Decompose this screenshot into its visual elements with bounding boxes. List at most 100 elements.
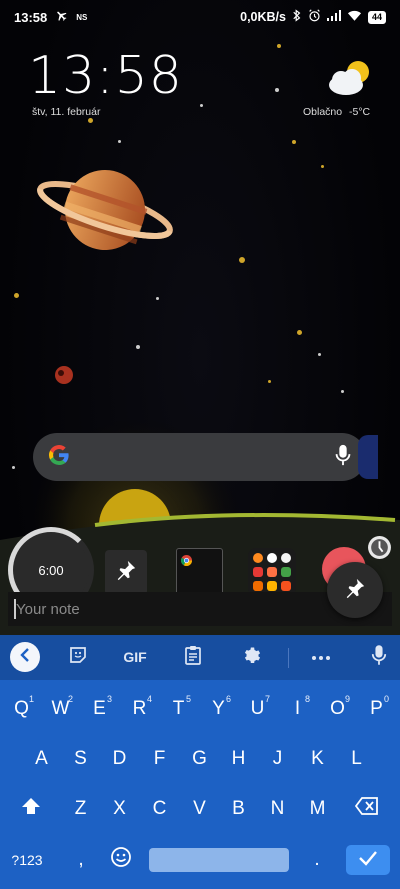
key-g[interactable]: G xyxy=(180,740,219,778)
key-k[interactable]: K xyxy=(298,740,337,778)
pin-icon xyxy=(115,559,137,586)
key-w[interactable]: W2 xyxy=(41,690,80,728)
battery-indicator: 44 xyxy=(367,10,386,24)
key-i[interactable]: I8 xyxy=(278,690,317,728)
cloud-sun-icon[interactable] xyxy=(324,58,372,103)
airplane-icon xyxy=(55,9,68,25)
key-m[interactable]: M xyxy=(298,790,337,828)
key-r[interactable]: R4 xyxy=(120,690,159,728)
check-icon xyxy=(358,850,378,871)
key-hint: 5 xyxy=(185,694,191,704)
key-h[interactable]: H xyxy=(219,740,258,778)
app-folder-widget[interactable] xyxy=(248,548,296,596)
more-icon xyxy=(311,648,331,666)
key-u[interactable]: U7 xyxy=(238,690,277,728)
space-bar[interactable] xyxy=(149,848,289,872)
enter-key[interactable] xyxy=(346,845,390,875)
key-j[interactable]: J xyxy=(258,740,297,778)
voice-input-button[interactable] xyxy=(366,644,392,670)
weather-condition[interactable]: Oblačno xyxy=(303,106,342,118)
clock-date[interactable]: štv, 11. február xyxy=(32,106,100,118)
gif-button[interactable]: GIF xyxy=(117,644,153,670)
key-hint: 0 xyxy=(383,694,389,704)
star xyxy=(341,390,344,393)
toolbar-divider xyxy=(288,648,289,668)
key-n[interactable]: N xyxy=(258,790,297,828)
settings-button[interactable] xyxy=(238,644,264,670)
ringed-planet xyxy=(37,170,173,250)
app-icon xyxy=(267,581,277,591)
app-icon xyxy=(281,581,291,591)
key-label: , xyxy=(78,849,84,870)
star xyxy=(12,466,15,469)
key-label: F xyxy=(153,748,166,769)
clipboard-icon xyxy=(184,645,202,670)
emoji-icon xyxy=(110,846,132,874)
key-label: J xyxy=(272,748,283,769)
star xyxy=(88,118,93,123)
key-x[interactable]: X xyxy=(100,790,139,828)
key-label: I xyxy=(294,698,301,719)
key-l[interactable]: L xyxy=(337,740,376,778)
app-icon xyxy=(253,553,263,563)
key-q[interactable]: Q1 xyxy=(2,690,41,728)
comma-key[interactable]: , xyxy=(64,843,98,877)
key-hint: 4 xyxy=(146,694,152,704)
key-label: R xyxy=(132,698,147,719)
gif-label: GIF xyxy=(123,649,147,665)
weather-temperature[interactable]: -5°C xyxy=(349,106,370,118)
key-p[interactable]: P0 xyxy=(357,690,396,728)
chrome-widget[interactable] xyxy=(176,548,223,595)
key-z[interactable]: Z xyxy=(61,790,100,828)
key-b[interactable]: B xyxy=(219,790,258,828)
note-input[interactable] xyxy=(16,598,316,620)
symbols-key[interactable]: ?123 xyxy=(4,843,50,877)
key-y[interactable]: Y6 xyxy=(199,690,238,728)
star xyxy=(156,297,159,300)
emoji-key[interactable] xyxy=(104,843,138,877)
app-icon xyxy=(281,553,291,563)
star xyxy=(275,88,279,92)
shift-icon xyxy=(21,797,41,821)
key-hint: 1 xyxy=(28,694,34,704)
key-v[interactable]: V xyxy=(180,790,219,828)
key-t[interactable]: T5 xyxy=(159,690,198,728)
google-g-icon xyxy=(47,443,71,472)
key-label: G xyxy=(192,748,207,769)
clock-icon[interactable] xyxy=(367,535,392,565)
mic-icon[interactable] xyxy=(334,444,352,471)
key-d[interactable]: D xyxy=(100,740,139,778)
key-o[interactable]: O9 xyxy=(318,690,357,728)
key-e[interactable]: E3 xyxy=(80,690,119,728)
period-key[interactable]: . xyxy=(300,843,334,877)
more-button[interactable] xyxy=(308,644,334,670)
key-hint: 8 xyxy=(304,694,310,704)
key-f[interactable]: F xyxy=(140,740,179,778)
keyboard-back-button[interactable] xyxy=(10,642,40,672)
pin-note-button[interactable] xyxy=(327,562,383,618)
star xyxy=(321,165,324,168)
clipboard-button[interactable] xyxy=(180,644,206,670)
clock-time[interactable]: 13:58 xyxy=(28,46,183,106)
sticker-button[interactable] xyxy=(65,644,91,670)
side-launcher-handle[interactable] xyxy=(358,435,378,479)
key-label: O xyxy=(330,698,345,719)
app-icon xyxy=(267,567,277,577)
key-hint: 7 xyxy=(264,694,270,704)
app-icon xyxy=(253,581,263,591)
ns-indicator: NS xyxy=(76,12,88,22)
alarm-icon xyxy=(308,9,321,25)
key-s[interactable]: S xyxy=(61,740,100,778)
pin-widget[interactable] xyxy=(105,550,147,595)
google-search-bar[interactable] xyxy=(33,433,366,481)
bluetooth-icon xyxy=(292,9,302,25)
key-label: A xyxy=(35,748,48,769)
star xyxy=(118,140,121,143)
star xyxy=(136,345,140,349)
key-label: B xyxy=(232,798,245,819)
backspace-key[interactable] xyxy=(345,790,389,828)
key-label: Y xyxy=(212,698,225,719)
key-a[interactable]: A xyxy=(22,740,61,778)
shift-key[interactable] xyxy=(10,790,52,828)
key-c[interactable]: C xyxy=(140,790,179,828)
